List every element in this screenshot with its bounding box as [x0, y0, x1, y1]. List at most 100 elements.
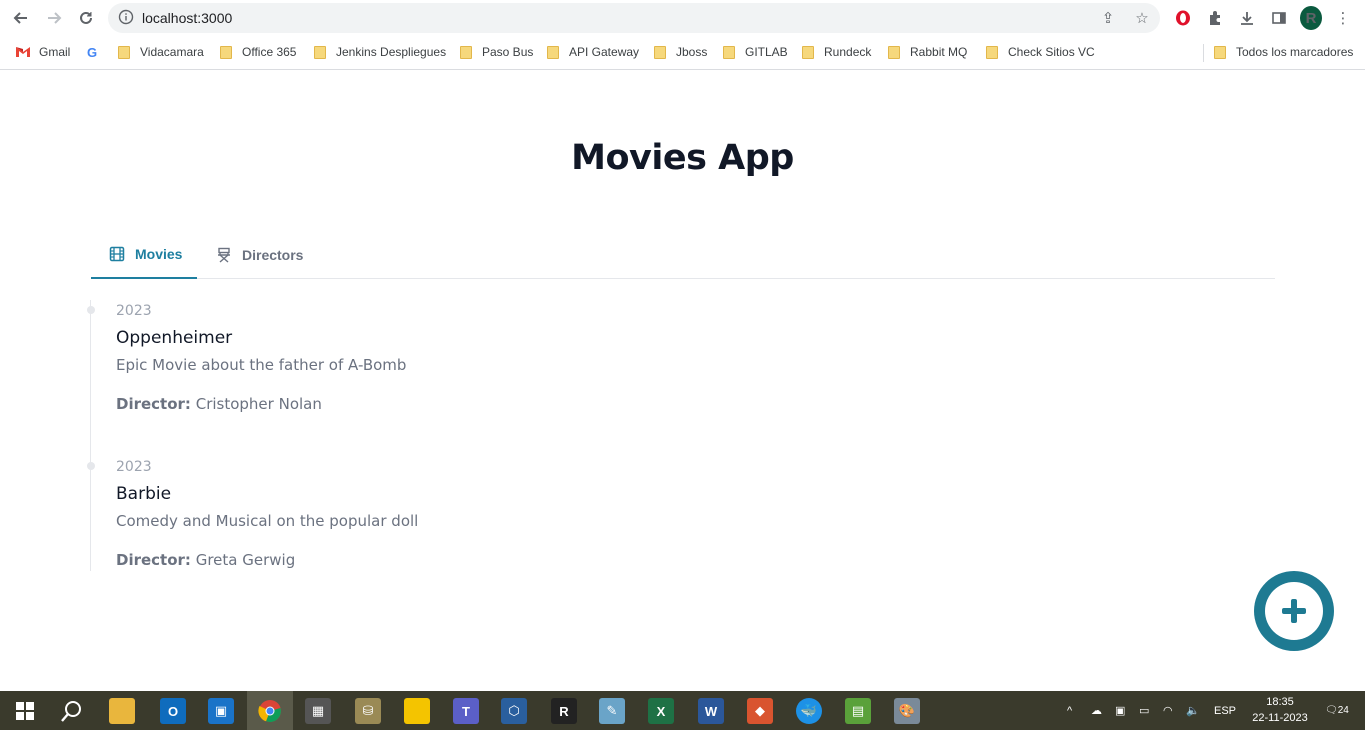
folder-icon: [888, 45, 900, 59]
side-panel-icon[interactable]: [1268, 6, 1290, 30]
word-icon[interactable]: W: [698, 698, 724, 724]
bookmark-gmail[interactable]: Gmail: [15, 45, 70, 59]
paint-icon[interactable]: 🎨: [894, 698, 920, 724]
film-icon: [109, 246, 125, 262]
all-bookmarks-folder[interactable]: Todos los marcadores: [1214, 45, 1353, 59]
plus-icon: [1265, 582, 1323, 640]
bookmark-label: Vidacamara: [140, 45, 204, 59]
folder-icon: [1214, 45, 1226, 59]
search-icon[interactable]: [59, 698, 85, 724]
tab-directors[interactable]: Directors: [198, 231, 318, 278]
bookmark-label: Gmail: [39, 45, 71, 59]
notepad-icon[interactable]: ✎: [599, 698, 625, 724]
file-explorer-icon[interactable]: [109, 698, 135, 724]
clock-time: 18:35: [1266, 696, 1294, 708]
security-shield-icon[interactable]: ▣: [208, 698, 234, 724]
director-name: Cristopher Nolan: [195, 395, 322, 413]
bookmark-star-icon[interactable]: ☆: [1132, 8, 1152, 28]
bookmark-folder-jboss[interactable]: Jboss: [654, 45, 707, 59]
director-chair-icon: [218, 247, 230, 263]
bookmark-folder-api-gateway[interactable]: API Gateway: [547, 45, 639, 59]
bookmark-folder-rundeck[interactable]: Rundeck: [802, 45, 871, 59]
bookmark-label: Paso Bus: [482, 45, 534, 59]
profile-avatar[interactable]: R: [1300, 6, 1322, 30]
bookmark-folder-office365[interactable]: Office 365: [220, 45, 296, 59]
language-indicator[interactable]: ESP: [1214, 691, 1236, 730]
movie-director: Director: Cristopher Nolan: [116, 395, 406, 413]
notification-icon: 🗨: [1325, 705, 1338, 716]
image-viewer-icon[interactable]: ▦: [305, 698, 331, 724]
bookmark-label: Todos los marcadores: [1236, 45, 1354, 59]
bookmark-label: Jenkins Despliegues: [336, 45, 447, 59]
bookmark-folder-jenkins[interactable]: Jenkins Despliegues: [314, 45, 446, 59]
notifications-button[interactable]: 🗨 24: [1325, 691, 1349, 730]
wifi-icon[interactable]: ◠: [1163, 691, 1173, 730]
movie-description: Comedy and Musical on the popular doll: [116, 512, 419, 530]
movie-title: Oppenheimer: [116, 328, 233, 348]
tray-app-icon[interactable]: ▣: [1115, 691, 1125, 730]
timeline-dot: [87, 306, 95, 314]
movie-item: 2023 Oppenheimer Epic Movie about the fa…: [116, 303, 406, 413]
site-info-icon[interactable]: [118, 9, 134, 25]
bookmarks-separator: [1203, 44, 1204, 62]
bookmark-folder-check-sitios[interactable]: Check Sitios VC: [986, 45, 1095, 59]
show-hidden-icons-button[interactable]: ^: [1067, 691, 1072, 730]
movie-title: Barbie: [116, 484, 172, 504]
tab-movies[interactable]: Movies: [91, 231, 197, 279]
bookmark-folder-paso-bus[interactable]: Paso Bus: [460, 45, 533, 59]
add-movie-button[interactable]: [1254, 571, 1334, 651]
battery-icon[interactable]: ▭: [1139, 691, 1149, 730]
docker-icon[interactable]: 🐳: [796, 698, 822, 724]
virtualbox-icon[interactable]: ⬡: [501, 698, 527, 724]
google-icon: G: [87, 45, 98, 60]
gmail-icon: [16, 47, 30, 57]
spreadsheet-tool-icon[interactable]: ▤: [845, 698, 871, 724]
bookmark-folder-rabbitmq[interactable]: Rabbit MQ: [888, 45, 967, 59]
reload-button[interactable]: [74, 6, 98, 30]
downloads-icon[interactable]: [1236, 6, 1258, 30]
url-text[interactable]: localhost:3000: [142, 10, 232, 26]
bookmark-folder-vidacamara[interactable]: Vidacamara: [118, 45, 204, 59]
movie-item: 2023 Barbie Comedy and Musical on the po…: [116, 459, 418, 569]
folder-icon: [314, 45, 326, 59]
bookmark-google[interactable]: G: [87, 45, 97, 60]
timeline-dot: [87, 462, 95, 470]
bookmark-label: API Gateway: [569, 45, 640, 59]
teams-icon[interactable]: T: [453, 698, 479, 724]
bookmark-label: GITLAB: [745, 45, 788, 59]
chrome-icon[interactable]: [257, 698, 283, 724]
onedrive-icon[interactable]: ☁: [1091, 691, 1102, 730]
profile-initial: R: [1300, 6, 1322, 30]
browser-toolbar: localhost:3000 ⇪ ☆ R ⋮: [0, 0, 1365, 36]
movie-year: 2023: [116, 303, 152, 319]
windows-taskbar: O ▣ ▦ ⛁ T ⬡ R ✎ X W ◆ 🐳 ▤ 🎨 ^ ☁ ▣ ▭ ◠ 🔈 …: [0, 691, 1365, 730]
volume-icon[interactable]: 🔈: [1186, 691, 1200, 730]
notification-count: 24: [1337, 705, 1349, 716]
windows-start-icon[interactable]: [12, 698, 38, 724]
share-icon[interactable]: ⇪: [1098, 8, 1118, 28]
bookmark-label: Jboss: [676, 45, 708, 59]
folder-icon: [118, 45, 130, 59]
git-icon[interactable]: ◆: [747, 698, 773, 724]
browser-menu-icon[interactable]: ⋮: [1332, 6, 1354, 30]
back-button[interactable]: [9, 6, 33, 30]
extensions-puzzle-icon[interactable]: [1204, 6, 1226, 30]
address-bar[interactable]: localhost:3000 ⇪ ☆: [108, 3, 1160, 33]
excel-icon[interactable]: X: [648, 698, 674, 724]
director-label: Director:: [116, 551, 191, 569]
bookmark-folder-gitlab[interactable]: GITLAB: [723, 45, 788, 59]
folder-icon: [220, 45, 232, 59]
system-clock[interactable]: 18:35 22-11-2023: [1240, 694, 1320, 726]
folder-icon: [723, 45, 735, 59]
bookmark-label: Check Sitios VC: [1008, 45, 1095, 59]
forward-button[interactable]: [42, 6, 66, 30]
outlook-icon[interactable]: O: [160, 698, 186, 724]
rider-icon[interactable]: R: [551, 698, 577, 724]
opera-extension-icon[interactable]: [1172, 6, 1194, 30]
folder-icon: [460, 45, 472, 59]
bookmark-label: Rundeck: [824, 45, 872, 59]
timeline-line: [90, 300, 91, 571]
database-tool-icon[interactable]: ⛁: [355, 698, 381, 724]
director-name: Greta Gerwig: [195, 551, 296, 569]
sticky-notes-icon[interactable]: [404, 698, 430, 724]
